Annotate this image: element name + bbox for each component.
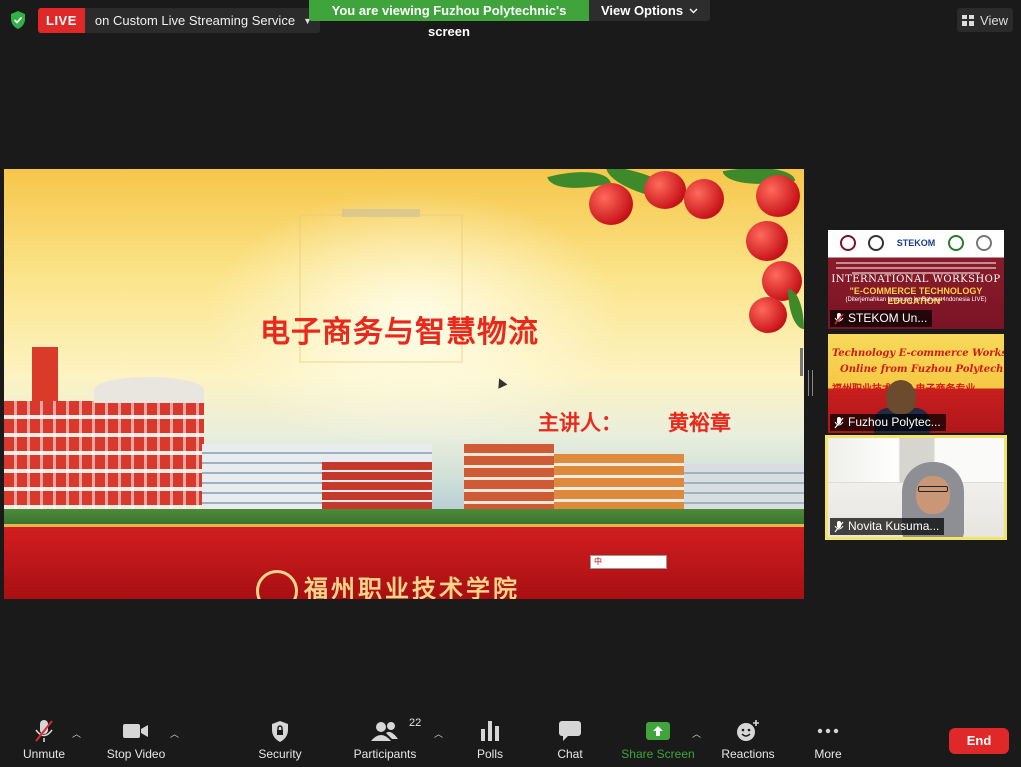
audio-options-caret[interactable]: ︿ (72, 727, 81, 740)
chat-icon (559, 721, 581, 741)
logo-icon (868, 235, 885, 251)
chevron-down-icon (689, 8, 698, 13)
stop-video-button[interactable]: Stop Video (104, 713, 168, 767)
mic-muted-icon (834, 312, 844, 324)
video-options-caret[interactable]: ︿ (170, 727, 179, 740)
live-badge: LIVE (38, 8, 85, 33)
shared-screen[interactable]: 电子商务与智慧物流 主讲人： 黄裕章 福州职业技术学院 中 (4, 169, 804, 599)
reactions-icon (737, 720, 759, 741)
security-shield-icon[interactable] (10, 11, 26, 29)
lychee-decoration (644, 171, 686, 209)
participant-video-novita[interactable]: Novita Kusuma... (825, 435, 1007, 540)
polls-icon (481, 721, 499, 741)
grid-view-icon (962, 14, 975, 26)
participant-name-tag: Novita Kusuma... (830, 518, 945, 535)
campus-building-left (4, 319, 204, 529)
reactions-label: Reactions (721, 747, 775, 761)
mic-muted-icon (35, 720, 53, 742)
leaf-decoration (788, 289, 804, 329)
meeting-toolbar: Unmute ︿ Stop Video ︿ Security 22 Partic… (0, 713, 1021, 767)
ime-label: 中 (594, 557, 602, 566)
workshop-subtitle: "E-COMMERCE TECHNOLOGY EDUCATION" (849, 286, 983, 306)
logo-icon (975, 235, 992, 251)
banner-line-2: Online from Fuzhou Polytechnic (840, 364, 1004, 375)
slide-scrollbar[interactable] (800, 348, 803, 376)
view-options-label: View Options (600, 3, 684, 18)
school-name: 福州职业技术学院 (304, 574, 520, 599)
workshop-title: INTERNATIONAL WORKSHOP (831, 274, 1001, 285)
more-label: More (814, 747, 842, 761)
participant-name-tag: STEKOM Un... (830, 310, 933, 327)
person-face (916, 476, 950, 514)
lychee-decoration (684, 179, 724, 219)
view-label: View (980, 12, 1008, 28)
participant-name-tag: Fuzhou Polytec... (830, 414, 946, 431)
security-label: Security (258, 747, 302, 761)
logo-icon (947, 235, 964, 251)
unmute-label: Unmute (22, 747, 66, 761)
participant-name: Novita Kusuma... (848, 519, 940, 533)
reactions-button[interactable]: Reactions (718, 713, 778, 767)
stop-video-label: Stop Video (106, 747, 166, 761)
participants-button[interactable]: 22 Participants (350, 713, 422, 767)
speaker-name: 黄裕章 (668, 411, 731, 435)
polls-label: Polls (476, 747, 503, 761)
workshop-note: (Diterjemahkan langsung ke Bahasa Indone… (845, 297, 987, 303)
share-screen-button[interactable]: Share Screen (620, 713, 696, 767)
ime-toolbar: 中 (590, 555, 667, 569)
person-glasses (918, 486, 948, 492)
sponsor-logos: STEKOM (834, 232, 998, 254)
end-meeting-button[interactable]: End (949, 728, 1009, 754)
video-camera-icon (123, 724, 148, 738)
slide-title: 电子商务与智慧物流 (260, 315, 539, 350)
participant-name: Fuzhou Polytec... (848, 415, 941, 429)
participants-label: Participants (353, 747, 417, 761)
participant-video-fuzhou[interactable]: Technology E-commerce Workshop Online fr… (828, 334, 1004, 433)
more-button[interactable]: More (808, 713, 848, 767)
view-layout-button[interactable]: View (957, 8, 1013, 32)
lychee-decoration (589, 183, 633, 225)
unmute-button[interactable]: Unmute (18, 713, 70, 767)
more-dots-icon (817, 728, 839, 734)
lychee-decoration (749, 297, 787, 333)
live-streaming-dropdown[interactable]: LIVE on Custom Live Streaming Service ▼ (38, 8, 320, 33)
view-options-button[interactable]: View Options (589, 0, 710, 21)
share-screen-icon (646, 722, 670, 740)
participant-name: STEKOM Un... (848, 311, 928, 325)
share-screen-label: Share Screen (621, 747, 695, 761)
viewing-banner: You are viewing Fuzhou Polytechnic's scr… (309, 0, 589, 39)
stekom-logo: STEKOM (896, 238, 936, 248)
mic-muted-icon (834, 520, 844, 532)
participants-count: 22 (409, 717, 422, 729)
lychee-decoration (756, 175, 800, 217)
share-options-caret[interactable]: ︿ (692, 727, 701, 740)
polls-button[interactable]: Polls (470, 713, 510, 767)
banner-line-1: Technology E-commerce Workshop (832, 348, 1004, 359)
panel-splitter[interactable] (808, 370, 813, 396)
live-service-label: on Custom Live Streaming Service (94, 13, 296, 28)
logo-icon (840, 235, 857, 251)
chat-label: Chat (557, 747, 583, 761)
speaker-label: 主讲人： (538, 411, 622, 435)
lychee-decoration (746, 221, 788, 261)
mic-muted-icon (834, 416, 844, 428)
participants-options-caret[interactable]: ︿ (434, 727, 443, 740)
participants-icon (371, 722, 398, 741)
participant-video-stekom[interactable]: STEKOM INTERNATIONAL WORKSHOP "E-COMMERC… (828, 230, 1004, 329)
person-head (886, 380, 916, 414)
shield-icon (272, 720, 288, 742)
security-button[interactable]: Security (254, 713, 306, 767)
chat-button[interactable]: Chat (550, 713, 590, 767)
